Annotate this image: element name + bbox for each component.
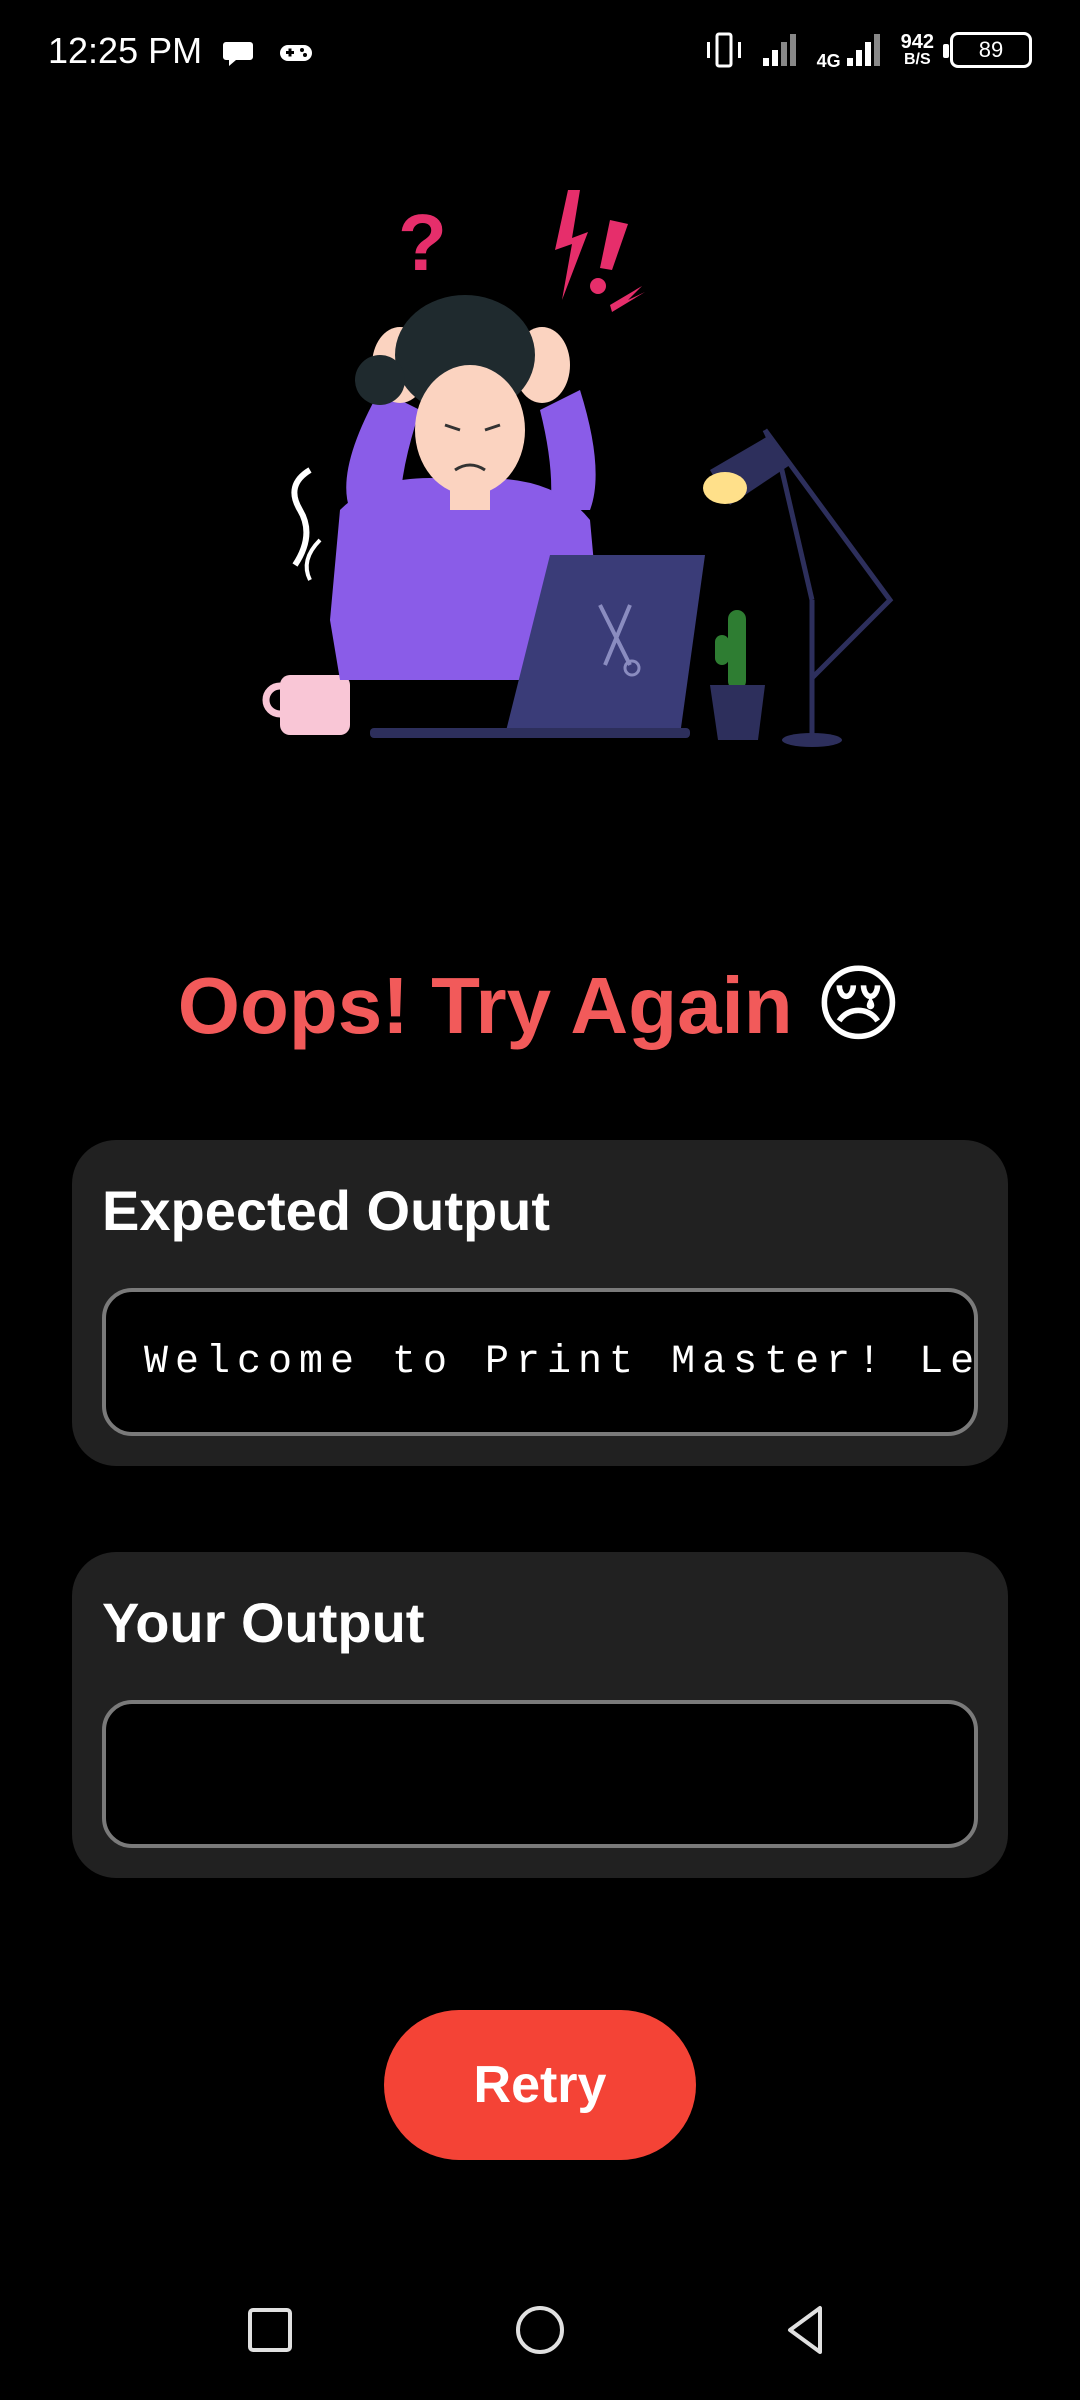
your-output-card: Your Output bbox=[72, 1552, 1008, 1878]
network-speed: 942 B/S bbox=[900, 31, 934, 68]
gamepad-icon bbox=[280, 45, 312, 61]
home-icon[interactable] bbox=[510, 2300, 570, 2360]
your-output-label: Your Output bbox=[102, 1591, 425, 1654]
status-bar: 12:25 PM 4G 942 B/S 89 bbox=[0, 0, 1080, 110]
back-icon[interactable] bbox=[778, 2300, 838, 2360]
your-output-box[interactable] bbox=[102, 1700, 978, 1848]
crying-face-icon: 😢 bbox=[814, 957, 903, 1051]
vibrate-icon bbox=[706, 32, 741, 68]
battery-level: 89 bbox=[978, 37, 1004, 62]
navigation-bar bbox=[0, 2280, 1080, 2380]
battery-icon: 89 bbox=[943, 32, 1032, 68]
recent-apps-icon[interactable] bbox=[240, 2300, 300, 2360]
svg-text:?: ? bbox=[398, 198, 447, 287]
signal-4g-icon: 4G bbox=[817, 30, 885, 70]
status-time: 12:25 PM bbox=[48, 30, 203, 71]
result-title: Oops! Try Again bbox=[177, 961, 793, 1050]
chat-bubble-icon bbox=[223, 42, 253, 66]
retry-button[interactable]: Retry bbox=[384, 2010, 696, 2160]
frustrated-person-illustration: ? bbox=[262, 190, 894, 747]
expected-output-card: Expected Output Welcome to Print Master!… bbox=[72, 1140, 1008, 1466]
expected-output-label: Expected Output bbox=[102, 1179, 551, 1242]
signal-icon bbox=[762, 34, 796, 66]
expected-output-box[interactable]: Welcome to Print Master! Le bbox=[102, 1288, 978, 1436]
expected-output-text: Welcome to Print Master! Le bbox=[144, 1340, 978, 1385]
result-title-row: Oops! Try Again 😢 bbox=[0, 955, 1080, 1053]
